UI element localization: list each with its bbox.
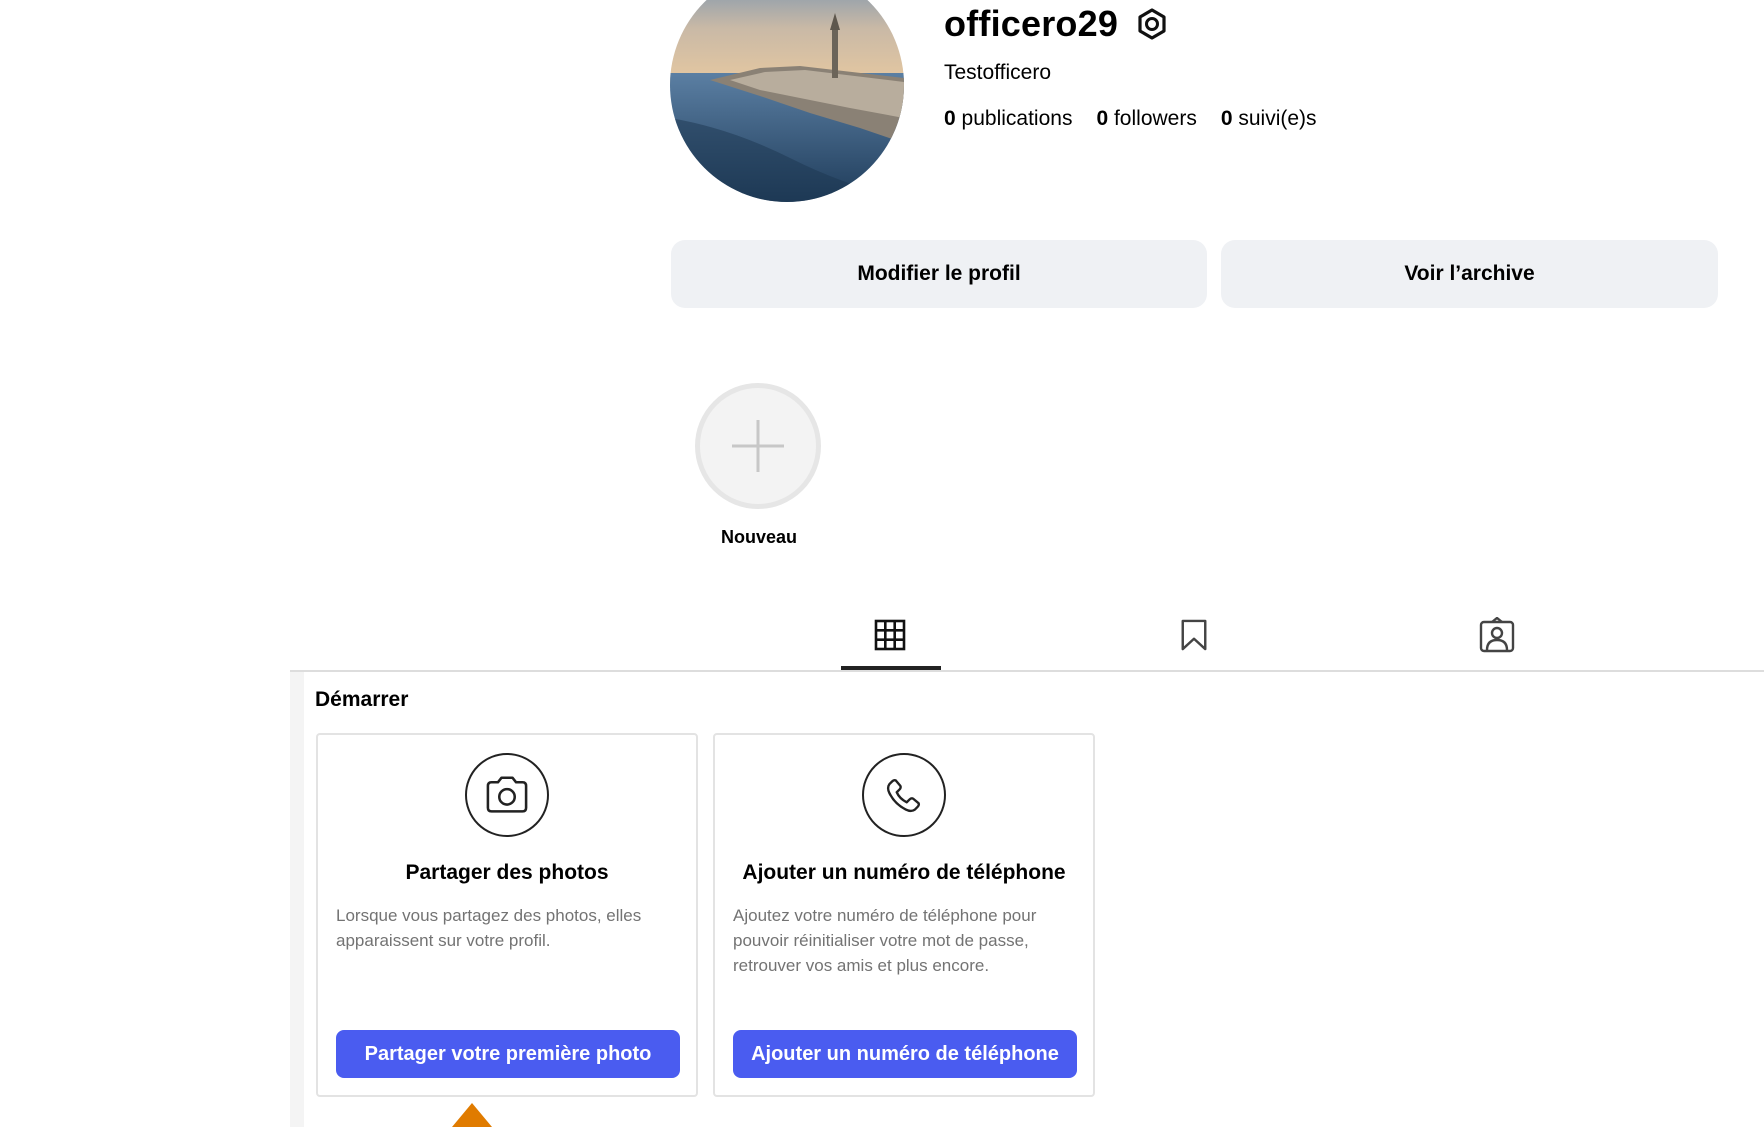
plus-icon — [732, 420, 784, 472]
tab-posts[interactable] — [870, 615, 910, 655]
share-photos-card: Partager des photos Lorsque vous partage… — [316, 733, 698, 1097]
stat-followers[interactable]: 0 followers — [1096, 106, 1196, 132]
tab-saved[interactable] — [1174, 615, 1214, 655]
new-highlight-label: Nouveau — [720, 527, 798, 547]
profile-username: officero29 — [944, 3, 1119, 44]
edit-profile-button[interactable]: Modifier le profil — [671, 240, 1207, 308]
panel-side-strip — [290, 672, 304, 1127]
card-description: Lorsque vous partagez des photos, elles … — [336, 906, 642, 950]
view-archive-button[interactable]: Voir l’archive — [1221, 240, 1718, 308]
card-title: Ajouter un numéro de téléphone — [742, 861, 1066, 884]
stat-publications: 0 publications — [944, 107, 1073, 130]
settings-gear-icon[interactable] — [1135, 7, 1169, 41]
bookmark-icon — [1181, 619, 1207, 651]
profile-full-name: Testofficero — [944, 61, 1051, 84]
profile-avatar[interactable] — [670, 0, 904, 202]
avatar-image — [670, 0, 904, 202]
tabs-divider — [290, 670, 1764, 672]
cursor-pointer-icon — [452, 1103, 492, 1127]
tagged-person-icon — [1479, 617, 1515, 653]
add-phone-card: Ajouter un numéro de téléphone Ajoutez v… — [713, 733, 1095, 1097]
profile-stats: 0 publications 0 followers 0 suivi(e)s — [944, 106, 1317, 132]
stat-following[interactable]: 0 suivi(e)s — [1221, 106, 1317, 132]
new-highlight-button[interactable] — [695, 383, 821, 509]
get-started-title: Démarrer — [315, 688, 409, 711]
active-tab-indicator — [841, 666, 941, 670]
share-first-photo-button[interactable]: Partager votre première photo — [336, 1030, 680, 1078]
camera-icon — [465, 753, 549, 837]
card-title: Partager des photos — [405, 861, 609, 884]
grid-icon — [874, 619, 906, 651]
add-phone-number-button[interactable]: Ajouter un numéro de téléphone — [733, 1030, 1077, 1078]
card-description: Ajoutez votre numéro de téléphone pour p… — [733, 906, 1037, 975]
tab-tagged[interactable] — [1477, 615, 1517, 655]
phone-icon — [862, 753, 946, 837]
